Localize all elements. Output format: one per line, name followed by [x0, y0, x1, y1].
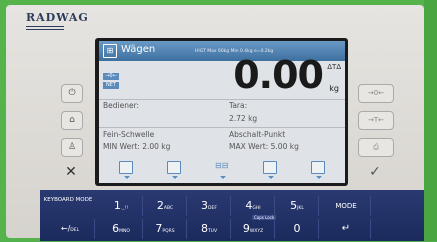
power-button[interactable]: ⏻ [61, 84, 83, 103]
printer-icon: ⎙ [373, 143, 379, 151]
keyboard-mode-button[interactable]: KEYBOARD MODE [40, 194, 96, 216]
scale-icon: ⊞ [103, 44, 117, 58]
max-value: MAX Wert: 5.00 kg [229, 142, 299, 151]
key-0[interactable]: 0 [276, 219, 319, 239]
print-button[interactable]: ⎙ [358, 138, 394, 157]
display-screen: ⊞ Wägen HIGT Max 60kg Min 0.4kg e=0.2kg … [99, 41, 345, 183]
tare-label: Tara: [229, 101, 248, 110]
zero-indicator: →0← [103, 73, 119, 80]
chevron-down-icon [220, 176, 226, 179]
home-icon: ⌂ [69, 115, 75, 125]
chevron-down-icon [172, 176, 178, 179]
weight-readout: 0.00 [233, 53, 324, 97]
key-9[interactable]: 9WXYZ [232, 219, 275, 239]
logo-underline [26, 26, 64, 27]
photo-edge [424, 0, 437, 241]
cutoff-label: Abschalt-Punkt [229, 130, 286, 139]
key-5[interactable]: 5JKL [276, 196, 319, 216]
user-button[interactable]: ♙ [61, 138, 83, 157]
chevron-down-icon [268, 176, 274, 179]
divider [99, 99, 345, 100]
home-button[interactable]: ⌂ [61, 111, 83, 130]
logo-underline [26, 29, 64, 30]
chevron-down-icon [316, 176, 322, 179]
divider [99, 127, 345, 128]
zero-button[interactable]: →0← [358, 84, 394, 103]
softkey-bar: ⊟⊟ [99, 157, 345, 183]
key-4[interactable]: 4GHI [232, 196, 275, 216]
cancel-button[interactable]: ✕ [61, 164, 81, 181]
caps-lock-label: Caps Lock [252, 215, 277, 220]
softkey-2[interactable] [167, 161, 181, 174]
user-icon: ♙ [67, 142, 77, 152]
fine-threshold-label: Fein-Schwelle [103, 130, 155, 139]
key-1[interactable]: 1._!! [100, 196, 143, 216]
key-7[interactable]: 7PQRS [144, 219, 187, 239]
chevron-down-icon [124, 176, 130, 179]
screen-title: Wägen [121, 44, 156, 55]
softkey-1[interactable] [119, 161, 133, 174]
key-8[interactable]: 8TUV [188, 219, 231, 239]
operator-label: Bediener: [103, 101, 140, 110]
tare-value: 2.72 kg [229, 114, 258, 123]
mode-key[interactable]: MODE [322, 196, 371, 216]
softkey-5[interactable] [311, 161, 325, 174]
softkey-3[interactable]: ⊟⊟ [215, 161, 228, 172]
check-icon: ✓ [369, 164, 381, 180]
power-icon: ⏻ [68, 88, 76, 98]
tare-button[interactable]: →T← [358, 111, 394, 130]
min-value: MIN Wert: 2.00 kg [103, 142, 171, 151]
weight-unit: kg [329, 84, 339, 93]
net-indicator: NET [103, 82, 119, 89]
softkey-4[interactable] [263, 161, 277, 174]
enter-key[interactable]: ↵ [322, 219, 371, 239]
key-6[interactable]: 6MNO [100, 219, 143, 239]
key-3[interactable]: 3DEF [188, 196, 231, 216]
enter-button[interactable]: ✓ [358, 164, 392, 181]
key-2[interactable]: 2ABC [144, 196, 187, 216]
x-icon: ✕ [65, 164, 77, 180]
stability-indicator: ΔT∆ [327, 63, 341, 71]
keypad: KEYBOARD MODE 1._!! 2ABC 3DEF 4GHI 5JKL … [40, 190, 424, 241]
brand-logo: RADWAG [26, 11, 89, 24]
delete-key[interactable]: ←/DEL [46, 219, 95, 239]
